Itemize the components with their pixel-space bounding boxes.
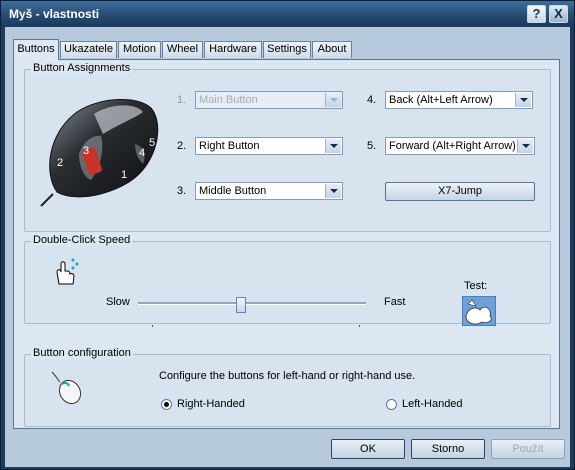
- slot-3-select[interactable]: Middle Button: [195, 182, 343, 200]
- double-click-title: Double-Click Speed: [31, 234, 133, 246]
- slot-2-value: Right Button: [199, 140, 260, 152]
- tab-wheel[interactable]: Wheel: [162, 41, 203, 58]
- button-assignments-title: Button Assignments: [31, 62, 133, 74]
- double-click-speed-slider[interactable]: [138, 302, 366, 305]
- test-area-icon[interactable]: [462, 296, 496, 326]
- mouse-icon: [51, 371, 82, 405]
- fast-label: Fast: [384, 296, 406, 308]
- left-handed-label[interactable]: Left-Handed: [402, 398, 463, 410]
- tab-buttons[interactable]: Buttons: [13, 39, 59, 60]
- tab-settings[interactable]: Settings: [263, 41, 311, 58]
- mouse-label-2: 2: [57, 157, 63, 169]
- dialog-client-area: Buttons Ukazatele Motion Wheel Hardware …: [5, 27, 570, 467]
- close-button[interactable]: X: [549, 5, 568, 23]
- chevron-down-icon: [325, 184, 341, 198]
- button-config-description: Configure the buttons for left-hand or r…: [159, 370, 416, 382]
- title-bar[interactable]: Myš - vlastnosti ? X: [1, 1, 574, 27]
- slot-4-value: Back (Alt+Left Arrow): [389, 94, 493, 106]
- slot-4-number: 4.: [367, 94, 377, 106]
- cancel-button[interactable]: Storno: [411, 439, 485, 459]
- mouse-illustration-icon: 1 2 3 4 5: [40, 99, 159, 207]
- tab-hardware[interactable]: Hardware: [204, 41, 262, 58]
- button-configuration-group: Button configuration: [24, 347, 551, 427]
- slot-4-select[interactable]: Back (Alt+Left Arrow): [385, 91, 533, 109]
- left-handed-radio[interactable]: [386, 399, 397, 410]
- slot-5-value: Forward (Alt+Right Arrow): [389, 140, 516, 152]
- chevron-down-icon: [325, 93, 341, 107]
- mouse-properties-window: Myš - vlastnosti ? X Buttons Ukazatele M…: [0, 0, 575, 470]
- slow-label: Slow: [106, 296, 130, 308]
- chevron-down-icon: [325, 139, 341, 153]
- apply-button[interactable]: Použít: [491, 439, 565, 459]
- button-config-title: Button configuration: [31, 347, 133, 359]
- mouse-label-1: 1: [121, 169, 127, 181]
- window-title: Myš - vlastnosti: [9, 7, 100, 21]
- slot-2-select[interactable]: Right Button: [195, 137, 343, 155]
- slot-3-value: Middle Button: [199, 185, 267, 197]
- mouse-label-5: 5: [149, 137, 155, 149]
- slot-3-number: 3.: [177, 185, 187, 197]
- chevron-down-icon: [515, 93, 531, 107]
- slider-tick-max: [359, 325, 360, 327]
- mouse-label-4: 4: [139, 147, 145, 159]
- test-label: Test:: [464, 280, 488, 292]
- slot-1-number: 1.: [177, 94, 187, 106]
- x7-jump-button[interactable]: X7-Jump: [385, 182, 535, 201]
- help-button[interactable]: ?: [527, 5, 546, 23]
- tab-ukazatele[interactable]: Ukazatele: [60, 41, 117, 58]
- tab-about[interactable]: About: [312, 41, 352, 58]
- slot-5-select[interactable]: Forward (Alt+Right Arrow): [385, 137, 535, 155]
- double-click-hand-icon: [56, 258, 79, 285]
- buttons-tab-panel: Button Assignments 1 2 3 4 5 1. Main But…: [13, 59, 560, 429]
- slider-thumb[interactable]: [235, 297, 246, 313]
- slot-5-number: 5.: [367, 140, 377, 152]
- tab-motion[interactable]: Motion: [118, 41, 161, 58]
- right-handed-radio[interactable]: [161, 399, 172, 410]
- slider-tick-min: [152, 325, 153, 327]
- slot-1-value: Main Button: [199, 94, 258, 106]
- chevron-down-icon: [517, 139, 533, 153]
- button-assignments-group: Button Assignments 1 2 3 4 5 1. Main But…: [24, 62, 551, 232]
- slot-1-select[interactable]: Main Button: [195, 91, 343, 109]
- ok-button[interactable]: OK: [331, 439, 405, 459]
- mouse-label-3: 3: [83, 145, 89, 157]
- slot-2-number: 2.: [177, 140, 187, 152]
- right-handed-label[interactable]: Right-Handed: [177, 398, 245, 410]
